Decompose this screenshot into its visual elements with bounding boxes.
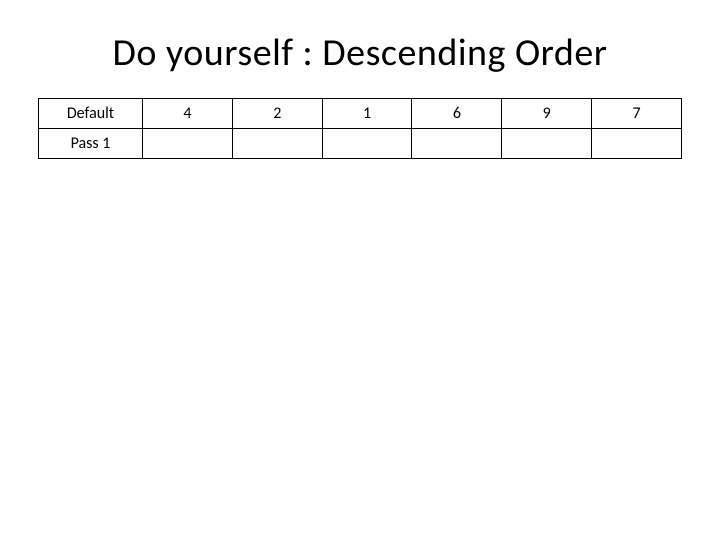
table-row: Pass 1 xyxy=(39,129,682,159)
slide: Do yourself : Descending Order Default 4… xyxy=(0,0,720,540)
cell xyxy=(232,129,322,159)
cell xyxy=(143,129,233,159)
cell xyxy=(502,129,592,159)
row-label: Pass 1 xyxy=(39,129,143,159)
cell: 2 xyxy=(232,99,322,129)
cell: 4 xyxy=(143,99,233,129)
cell: 6 xyxy=(412,99,502,129)
slide-title: Do yourself : Descending Order xyxy=(38,30,682,76)
sort-table: Default 4 2 1 6 9 7 Pass 1 xyxy=(38,98,682,159)
row-label: Default xyxy=(39,99,143,129)
cell xyxy=(322,129,412,159)
cell: 7 xyxy=(592,99,682,129)
cell xyxy=(592,129,682,159)
cell xyxy=(412,129,502,159)
table-row: Default 4 2 1 6 9 7 xyxy=(39,99,682,129)
cell: 1 xyxy=(322,99,412,129)
cell: 9 xyxy=(502,99,592,129)
